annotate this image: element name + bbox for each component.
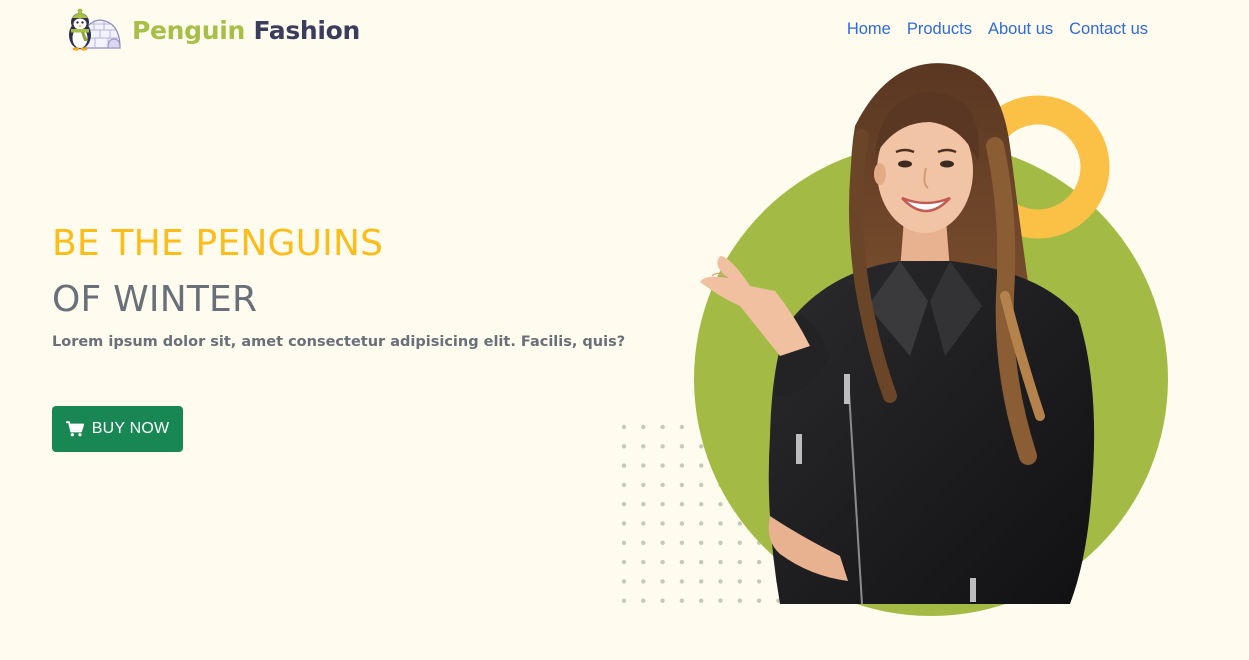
decoration-dot [621, 559, 627, 565]
decoration-dot [660, 502, 665, 507]
decoration-dot [641, 540, 646, 545]
brand-word-penguin: Penguin [132, 15, 246, 45]
decoration-dot [660, 463, 665, 468]
decoration-dot [660, 444, 665, 449]
decoration-dot [737, 521, 742, 526]
decoration-dot [699, 559, 704, 565]
decoration-dot [621, 540, 627, 545]
decoration-dot [621, 463, 627, 468]
decoration-dot [641, 444, 646, 449]
decoration-dot [737, 540, 742, 545]
main-nav: Home Products About us Contact us [839, 18, 1156, 40]
brand-link[interactable]: Penguin Fashion [64, 8, 360, 52]
decoration-dot [679, 559, 685, 565]
decoration-dot [621, 424, 627, 430]
navbar: Penguin Fashion Home Products About us C… [0, 0, 1249, 60]
decoration-dot [641, 463, 646, 468]
nav-link-about-us[interactable]: About us [980, 18, 1061, 40]
decoration-dot [641, 502, 646, 507]
decoration-dot [621, 579, 627, 584]
hero-title-line-2: OF WINTER [52, 279, 258, 320]
decoration-dot [679, 540, 685, 545]
decoration-dot [641, 559, 646, 565]
decoration-dot [660, 521, 665, 526]
decoration-dot [679, 424, 685, 430]
decoration-dot [756, 579, 762, 584]
decoration-dot [679, 482, 685, 488]
hero-title-line-1: BE THE PENGUINS [52, 223, 384, 264]
decoration-dot [699, 444, 704, 449]
decoration-dot [679, 579, 685, 584]
decoration-dot [621, 444, 627, 449]
decoration-dot [699, 598, 704, 603]
decoration-dot [679, 521, 685, 526]
decoration-dot [699, 540, 704, 545]
decoration-dot [737, 579, 742, 584]
decoration-dot [641, 424, 646, 430]
decoration-dot [699, 502, 704, 507]
brand-word-fashion: Fashion [253, 15, 361, 45]
decoration-dot [756, 598, 762, 603]
decoration-dot [756, 559, 762, 565]
decoration-dot [679, 502, 685, 507]
buy-now-label: BUY NOW [91, 420, 170, 437]
nav-link-contact-us[interactable]: Contact us [1061, 18, 1156, 40]
decoration-dot [641, 482, 646, 488]
brand-name: Penguin Fashion [132, 16, 360, 45]
decoration-dot [641, 521, 646, 526]
decoration-dot [660, 482, 665, 488]
decoration-dot [660, 559, 665, 565]
nav-link-home[interactable]: Home [839, 18, 899, 40]
hero-art-canvas [621, 63, 1168, 616]
cart-icon [65, 421, 84, 437]
decoration-dot [641, 579, 646, 584]
decoration-dot [621, 521, 627, 526]
decoration-dot [718, 559, 723, 565]
decoration-dot [660, 424, 665, 430]
decoration-dot [718, 579, 723, 584]
decoration-dot [699, 579, 704, 584]
hero-illustration [600, 56, 1220, 616]
decoration-dot [718, 521, 723, 526]
decoration-dot [621, 502, 627, 507]
decoration-dot [641, 598, 646, 603]
buy-now-button[interactable]: BUY NOW [52, 406, 183, 452]
penguin-igloo-logo-icon [69, 8, 121, 51]
decoration-dot [718, 598, 723, 603]
decoration-dot [718, 540, 723, 545]
decoration-dot [699, 463, 704, 468]
decoration-dot [660, 540, 665, 545]
decoration-dot [660, 598, 665, 603]
decoration-dot [660, 579, 665, 584]
decoration-dot [679, 598, 685, 603]
nav-link-products[interactable]: Products [899, 18, 980, 40]
decoration-dot [679, 444, 685, 449]
decoration-dot [621, 482, 627, 488]
decoration-dot [737, 598, 742, 603]
hero-subtitle: Lorem ipsum dolor sit, amet consectetur … [52, 334, 626, 350]
decoration-dot [699, 482, 704, 488]
decoration-dot [718, 502, 723, 507]
decoration-dot [737, 559, 742, 565]
decoration-dot [621, 598, 627, 603]
decoration-dot [679, 463, 685, 468]
decoration-dot [699, 521, 704, 526]
